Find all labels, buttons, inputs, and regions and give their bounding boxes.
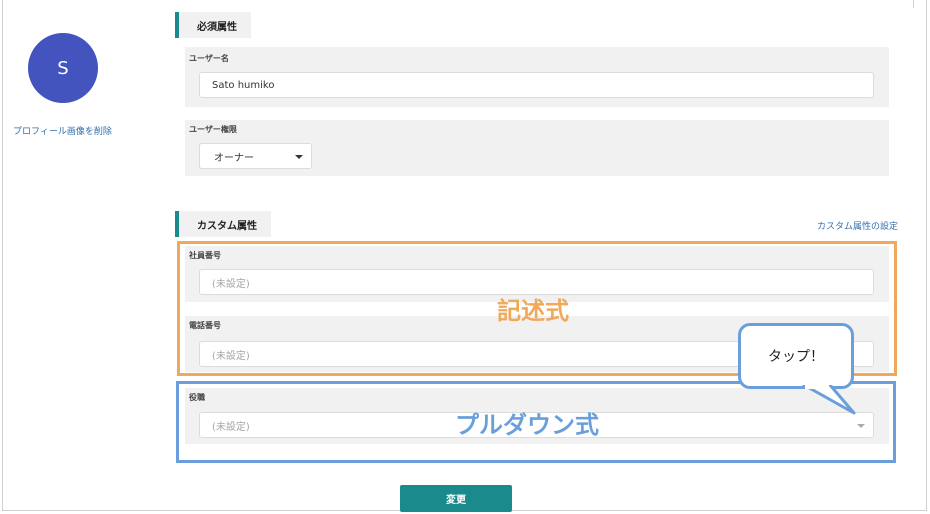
chevron-down-icon xyxy=(295,155,303,159)
remove-profile-image-link[interactable]: プロフィール画像を削除 xyxy=(13,124,112,137)
permission-selected-value: オーナー xyxy=(214,152,254,164)
username-value: Sato humiko xyxy=(212,79,275,91)
custom-attribute-settings-link[interactable]: カスタム属性の設定 xyxy=(817,219,898,232)
dropdown-type-annotation-label: プルダウン式 xyxy=(455,411,599,439)
avatar[interactable]: S xyxy=(28,33,98,103)
permission-select[interactable]: オーナー xyxy=(199,143,312,169)
permission-label: ユーザー権限 xyxy=(189,125,237,134)
username-label: ユーザー名 xyxy=(189,54,229,63)
username-input[interactable]: Sato humiko xyxy=(199,72,874,98)
text-type-annotation-label: 記述式 xyxy=(497,297,569,325)
submit-button[interactable]: 変更 xyxy=(400,485,512,512)
custom-attributes-header: カスタム属性 xyxy=(175,211,271,237)
submit-label: 変更 xyxy=(446,495,466,506)
callout-tail-icon xyxy=(802,385,856,415)
tap-callout-bubble: タップ！ xyxy=(738,323,854,389)
corner-divider xyxy=(913,0,914,8)
required-attributes-title: 必須属性 xyxy=(197,21,237,33)
custom-attributes-title: カスタム属性 xyxy=(197,220,257,232)
required-attributes-header: 必須属性 xyxy=(175,12,251,38)
tap-callout-text: タップ！ xyxy=(768,349,824,365)
